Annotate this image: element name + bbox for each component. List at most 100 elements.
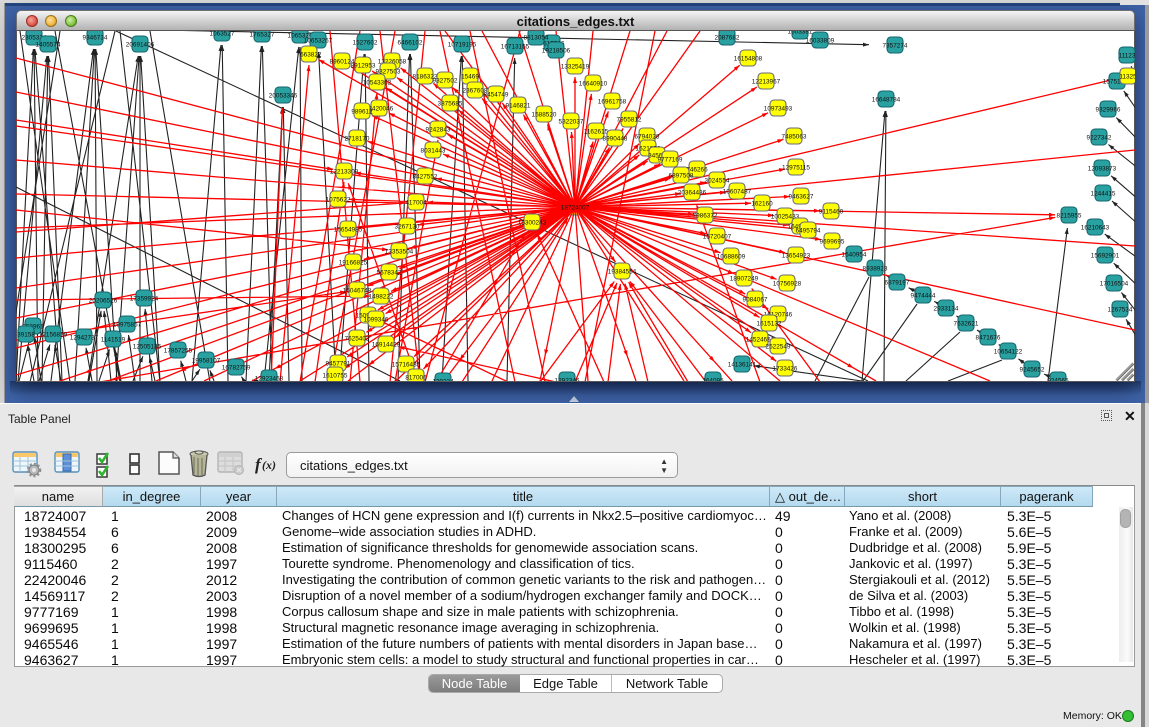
svg-text:10719195: 10719195: [448, 41, 477, 48]
svg-text:9777169: 9777169: [658, 156, 683, 163]
svg-text:7485063: 7485063: [782, 133, 807, 140]
svg-text:2087682: 2087682: [715, 34, 740, 41]
svg-text:1292346: 1292346: [555, 377, 580, 381]
svg-text:10653267: 10653267: [304, 37, 333, 44]
svg-text:20206526: 20206526: [89, 297, 118, 304]
svg-text:10654985: 10654985: [334, 226, 363, 233]
svg-text:989612: 989612: [351, 108, 373, 115]
svg-text:8427552: 8427552: [413, 173, 438, 180]
svg-text:5322037: 5322037: [559, 118, 584, 125]
svg-text:16914429: 16914429: [372, 341, 401, 348]
svg-text:20053346: 20053346: [269, 92, 298, 99]
svg-text:1162615: 1162615: [584, 128, 609, 135]
svg-text:16210643: 16210643: [1081, 224, 1110, 231]
svg-text:9245652: 9245652: [1020, 366, 1045, 373]
svg-text:10543362: 10543362: [363, 79, 392, 86]
svg-text:1498222: 1498222: [369, 293, 394, 300]
svg-text:20691406: 20691406: [126, 41, 155, 48]
svg-text:2522549: 2522549: [766, 343, 791, 350]
svg-text:16046748: 16046748: [343, 287, 372, 294]
svg-text:19166825: 19166825: [339, 259, 368, 266]
svg-text:2718170: 2718170: [345, 135, 370, 142]
svg-text:6897508: 6897508: [669, 172, 694, 179]
svg-text:16648784: 16648784: [872, 96, 901, 103]
svg-text:8813054: 8813054: [524, 34, 549, 41]
svg-text:16154808: 16154808: [734, 55, 763, 62]
svg-text:9327502: 9327502: [433, 77, 458, 84]
svg-text:164095: 164095: [702, 377, 724, 381]
svg-text:817006: 817006: [405, 374, 427, 381]
svg-text:7625402: 7625402: [345, 335, 370, 342]
svg-text:9474444: 9474444: [911, 292, 936, 299]
svg-text:3267130: 3267130: [395, 223, 420, 230]
svg-text:19384554: 19384554: [608, 268, 637, 275]
svg-text:1615132: 1615132: [757, 320, 782, 327]
svg-text:16640910: 16640910: [579, 80, 608, 87]
svg-text:9084067: 9084067: [743, 296, 768, 303]
svg-text:17857255: 17857255: [164, 347, 193, 354]
svg-text:19975857: 19975857: [113, 321, 142, 328]
svg-text:20364436: 20364436: [678, 189, 707, 196]
svg-text:11325: 11325: [1119, 73, 1135, 80]
svg-text:10654122: 10654122: [994, 348, 1023, 355]
svg-text:10973493: 10973493: [764, 105, 793, 112]
svg-text:8938923: 8938923: [863, 265, 888, 272]
svg-text:7986372: 7986372: [693, 212, 718, 219]
svg-text:18907249: 18907249: [730, 275, 759, 282]
svg-text:10607487: 10607487: [723, 188, 752, 195]
svg-text:1099346: 1099346: [364, 316, 389, 323]
svg-text:924565: 924565: [1047, 377, 1069, 381]
svg-text:162160: 162160: [751, 200, 773, 207]
svg-text:3024554: 3024554: [705, 177, 730, 184]
svg-text:9146821: 9146821: [506, 102, 531, 109]
svg-text:11123: 11123: [1119, 52, 1135, 59]
svg-text:15469: 15469: [461, 73, 479, 80]
svg-text:39158: 39158: [17, 331, 35, 338]
svg-text:19958107: 19958107: [192, 357, 221, 364]
svg-text:12213309: 12213309: [330, 168, 359, 175]
svg-text:1405574: 1405574: [36, 41, 61, 48]
svg-text:17016504: 17016504: [1100, 280, 1129, 287]
svg-text:(x): (x): [262, 458, 276, 472]
svg-text:12156829: 12156829: [39, 331, 68, 338]
svg-text:8454749: 8454749: [484, 91, 509, 98]
svg-text:1610755: 1610755: [323, 372, 348, 379]
svg-text:1733426: 1733426: [773, 365, 798, 372]
svg-text:5678342: 5678342: [377, 269, 402, 276]
svg-text:7357274: 7357274: [883, 42, 908, 49]
svg-text:9457791: 9457791: [326, 360, 351, 367]
svg-text:6879197: 6879197: [885, 279, 910, 286]
svg-text:1075622: 1075622: [326, 196, 351, 203]
svg-text:6466102: 6466102: [398, 39, 423, 46]
svg-text:1527602: 1527602: [353, 39, 378, 46]
svg-text:1267534: 1267534: [1108, 306, 1133, 313]
svg-text:16782759: 16782759: [222, 364, 251, 371]
svg-text:8912953: 8912953: [351, 62, 376, 69]
svg-text:15720407: 15720407: [703, 233, 732, 240]
svg-text:16713155: 16713155: [501, 43, 530, 50]
svg-text:12975115: 12975115: [782, 164, 810, 171]
svg-text:1640954: 1640954: [842, 251, 867, 258]
svg-text:18724007: 18724007: [561, 204, 590, 211]
svg-text:2933134: 2933134: [934, 305, 959, 312]
svg-text:17359924: 17359924: [130, 295, 159, 302]
svg-text:417004: 417004: [405, 199, 427, 206]
svg-text:13353504: 13353504: [385, 248, 414, 255]
svg-text:9242843: 9242843: [426, 126, 451, 133]
svg-text:9115460: 9115460: [819, 208, 844, 215]
svg-text:1588520: 1588520: [532, 111, 557, 118]
svg-text:10756928: 10756928: [773, 280, 802, 287]
svg-text:19218506: 19218506: [542, 47, 571, 54]
svg-text:8215955: 8215955: [1057, 212, 1082, 219]
svg-text:7632621: 7632621: [954, 320, 979, 327]
svg-text:13654923: 13654923: [782, 252, 811, 259]
svg-text:12213967: 12213967: [752, 78, 781, 85]
svg-text:9346734: 9346734: [83, 34, 108, 41]
svg-text:1765327: 1765327: [250, 31, 275, 38]
svg-text:7663822: 7663822: [297, 51, 322, 58]
svg-text:9463627: 9463627: [789, 193, 814, 200]
svg-text:1063527: 1063527: [210, 31, 235, 37]
svg-text:13325419: 13325419: [561, 63, 590, 70]
svg-text:6495794: 6495794: [796, 227, 821, 234]
svg-text:14136141: 14136141: [728, 361, 757, 368]
